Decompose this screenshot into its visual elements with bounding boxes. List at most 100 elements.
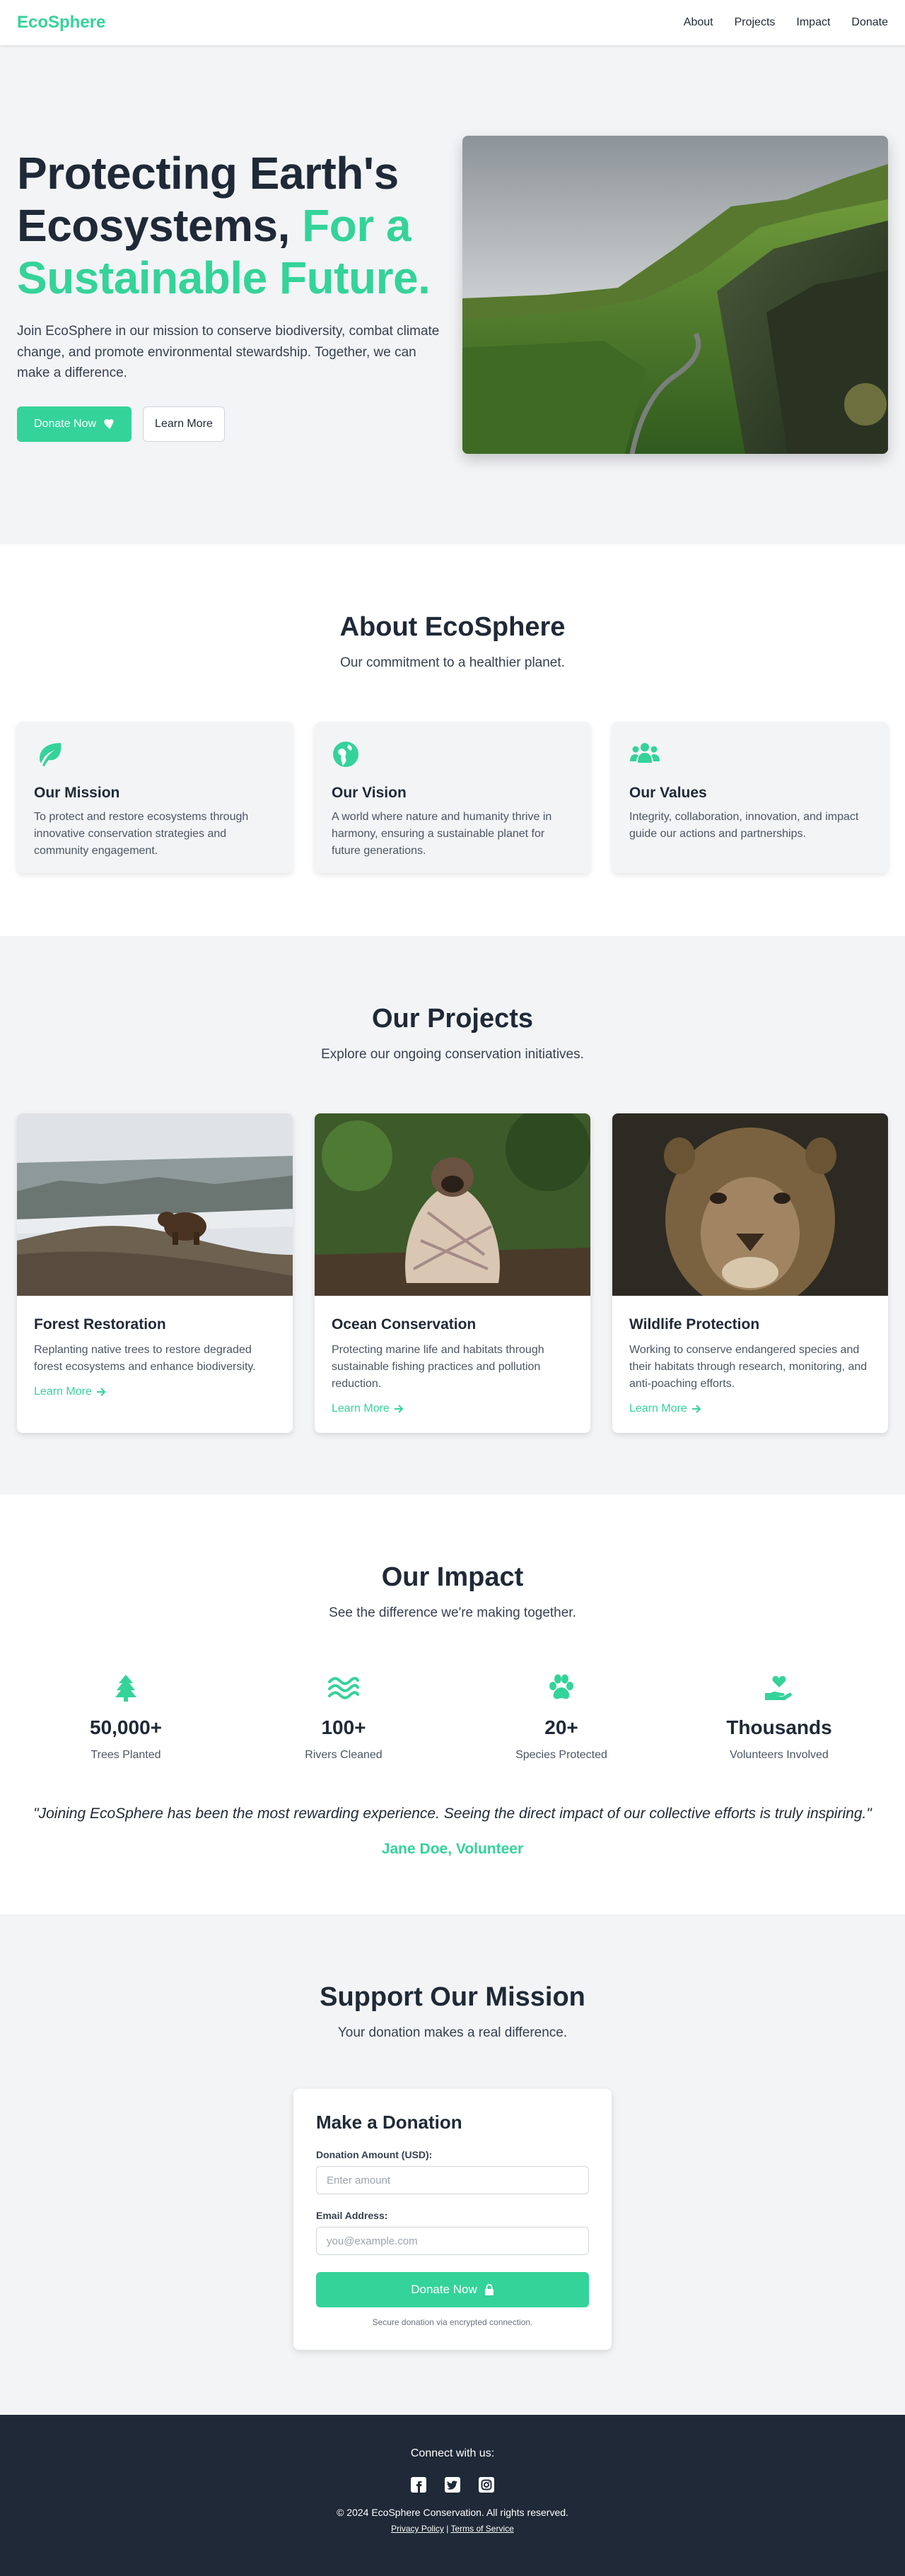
donate-now-label: Donate Now: [34, 417, 97, 430]
stat-rivers: 100+ Rivers Cleaned: [235, 1672, 452, 1762]
about-card-text: A world where nature and humanity thrive…: [332, 811, 552, 857]
donate-submit-label: Donate Now: [411, 2283, 477, 2296]
terms-of-service-link[interactable]: Terms of Service: [450, 2524, 513, 2534]
legal-separator: |: [446, 2524, 449, 2534]
about-card-vision: Our Vision A world where nature and huma…: [315, 722, 590, 873]
project-title: Forest Restoration: [34, 1316, 166, 1333]
nav-links: About Projects Impact Donate: [684, 16, 888, 29]
donate-submit-button[interactable]: Donate Now: [316, 2272, 589, 2307]
project-card-wildlife: Wildlife Protection Working to conserve …: [612, 1113, 888, 1433]
nav-link-about[interactable]: About: [684, 16, 713, 29]
projects-title: Our Projects: [371, 1004, 534, 1034]
about-card-title: Our Vision: [332, 785, 407, 801]
secure-note: Secure donation via encrypted connection…: [372, 2317, 533, 2327]
about-section: About EcoSphere Our commitment to a heal…: [0, 544, 905, 936]
copyright: © 2024 EcoSphere Conservation. All right…: [337, 2507, 568, 2518]
project-learn-more-link[interactable]: Learn More: [34, 1386, 106, 1398]
project-text: Replanting native trees to restore degra…: [34, 1344, 256, 1373]
testimonial-author: Jane Doe, Volunteer: [381, 1841, 524, 1857]
impact-section: Our Impact See the difference we're maki…: [0, 1494, 905, 1914]
top-navbar: EcoSphere About Projects Impact Donate: [0, 0, 905, 45]
paw-icon: [549, 1674, 573, 1699]
about-card-title: Our Values: [629, 785, 707, 801]
support-subtitle: Your donation makes a real difference.: [337, 2025, 568, 2040]
about-card-text: To protect and restore ecosystems throug…: [34, 811, 249, 857]
nav-link-donate[interactable]: Donate: [851, 16, 888, 29]
stat-label: Rivers Cleaned: [305, 1749, 383, 1761]
arrow-right-icon: [691, 1405, 701, 1413]
learn-more-label: Learn More: [629, 1403, 687, 1415]
project-card-forest: Forest Restoration Replanting native tre…: [17, 1113, 293, 1433]
instagram-icon[interactable]: [477, 2476, 496, 2494]
impact-title: Our Impact: [381, 1562, 524, 1592]
hero-title-line1: Protecting Earth's: [17, 148, 399, 199]
stat-trees: 50,000+ Trees Planted: [17, 1672, 235, 1762]
hero-text: Protecting Earth's Ecosystems, For a Sus…: [17, 148, 448, 442]
heart-icon: [104, 418, 114, 429]
privacy-policy-link[interactable]: Privacy Policy: [391, 2524, 444, 2534]
hero-title-accent-line3: Sustainable Future.: [17, 252, 431, 303]
stat-species: 20+ Species Protected: [452, 1672, 670, 1762]
logo[interactable]: EcoSphere: [17, 13, 105, 33]
hero-description: Join EcoSphere in our mission to conserv…: [17, 324, 440, 381]
donation-form: Make a Donation Donation Amount (USD): E…: [293, 2089, 612, 2350]
lock-icon: [484, 2284, 494, 2295]
donation-form-title: Make a Donation: [316, 2112, 462, 2133]
stat-value: 100+: [321, 1716, 366, 1738]
learn-more-button[interactable]: Learn More: [143, 406, 225, 442]
nav-link-impact[interactable]: Impact: [796, 16, 830, 29]
support-section: Support Our Mission Your donation makes …: [0, 1914, 905, 2415]
learn-more-label: Learn More: [34, 1386, 92, 1398]
footer-connect: Connect with us:: [410, 2447, 495, 2459]
about-title: About EcoSphere: [339, 612, 566, 642]
leaf-icon: [40, 743, 62, 766]
about-card-values: Our Values Integrity, collaboration, inn…: [612, 722, 888, 873]
project-learn-more-link[interactable]: Learn More: [629, 1403, 701, 1415]
hero-title-line2: Ecosystems,: [17, 200, 290, 252]
email-label: Email Address:: [316, 2210, 388, 2221]
about-card-mission: Our Mission To protect and restore ecosy…: [17, 722, 293, 873]
impact-subtitle: See the difference we're making together…: [329, 1605, 576, 1620]
water-icon: [328, 1677, 359, 1699]
globe-icon: [333, 742, 358, 767]
support-title: Support Our Mission: [320, 1982, 585, 2012]
testimonial-quote: "Joining EcoSphere has been the most rew…: [33, 1805, 872, 1822]
bear-photo: [17, 1113, 293, 1296]
stat-label: Trees Planted: [90, 1749, 161, 1761]
facebook-icon[interactable]: [409, 2476, 428, 2494]
social-links: [0, 2476, 905, 2494]
footer: Connect with us: © 2024 EcoSphere Conser…: [0, 2415, 905, 2576]
hero-landscape-image: [462, 136, 888, 454]
arrow-right-icon: [96, 1388, 106, 1396]
hero-buttons: Donate Now Learn More: [17, 406, 448, 442]
donation-amount-input[interactable]: [316, 2166, 589, 2194]
projects-section: Our Projects Explore our ongoing conserv…: [0, 936, 905, 1494]
tree-icon: [115, 1675, 136, 1702]
arrow-right-icon: [394, 1405, 404, 1413]
hand-heart-icon: [765, 1675, 792, 1700]
about-card-title: Our Mission: [34, 785, 120, 801]
users-icon: [630, 743, 660, 763]
about-subtitle: Our commitment to a healthier planet.: [340, 655, 565, 670]
project-text: Working to conserve endangered species a…: [629, 1344, 868, 1390]
email-input[interactable]: [316, 2227, 589, 2255]
dog-blanket-photo: [315, 1113, 590, 1296]
donate-now-button[interactable]: Donate Now: [17, 406, 132, 442]
twitter-icon[interactable]: [443, 2476, 462, 2494]
project-text: Protecting marine life and habitats thro…: [332, 1344, 544, 1390]
project-card-ocean: Ocean Conservation Protecting marine lif…: [315, 1113, 590, 1433]
project-title: Wildlife Protection: [629, 1316, 760, 1333]
project-learn-more-link[interactable]: Learn More: [332, 1403, 404, 1415]
hero-title-accent: For a: [302, 200, 411, 252]
stat-label: Species Protected: [515, 1749, 607, 1761]
stat-value: 20+: [544, 1716, 578, 1738]
hero-section: Protecting Earth's Ecosystems, For a Sus…: [0, 45, 905, 544]
nav-link-projects[interactable]: Projects: [735, 16, 776, 29]
stat-label: Volunteers Involved: [730, 1749, 829, 1761]
legal-links: Privacy Policy | Terms of Service: [0, 2524, 905, 2534]
learn-more-label: Learn More: [332, 1403, 390, 1415]
hero-title: Protecting Earth's Ecosystems, For a Sus…: [17, 148, 448, 304]
projects-subtitle: Explore our ongoing conservation initiat…: [321, 1047, 584, 1062]
about-card-text: Integrity, collaboration, innovation, an…: [629, 811, 859, 840]
amount-label: Donation Amount (USD):: [316, 2149, 433, 2160]
